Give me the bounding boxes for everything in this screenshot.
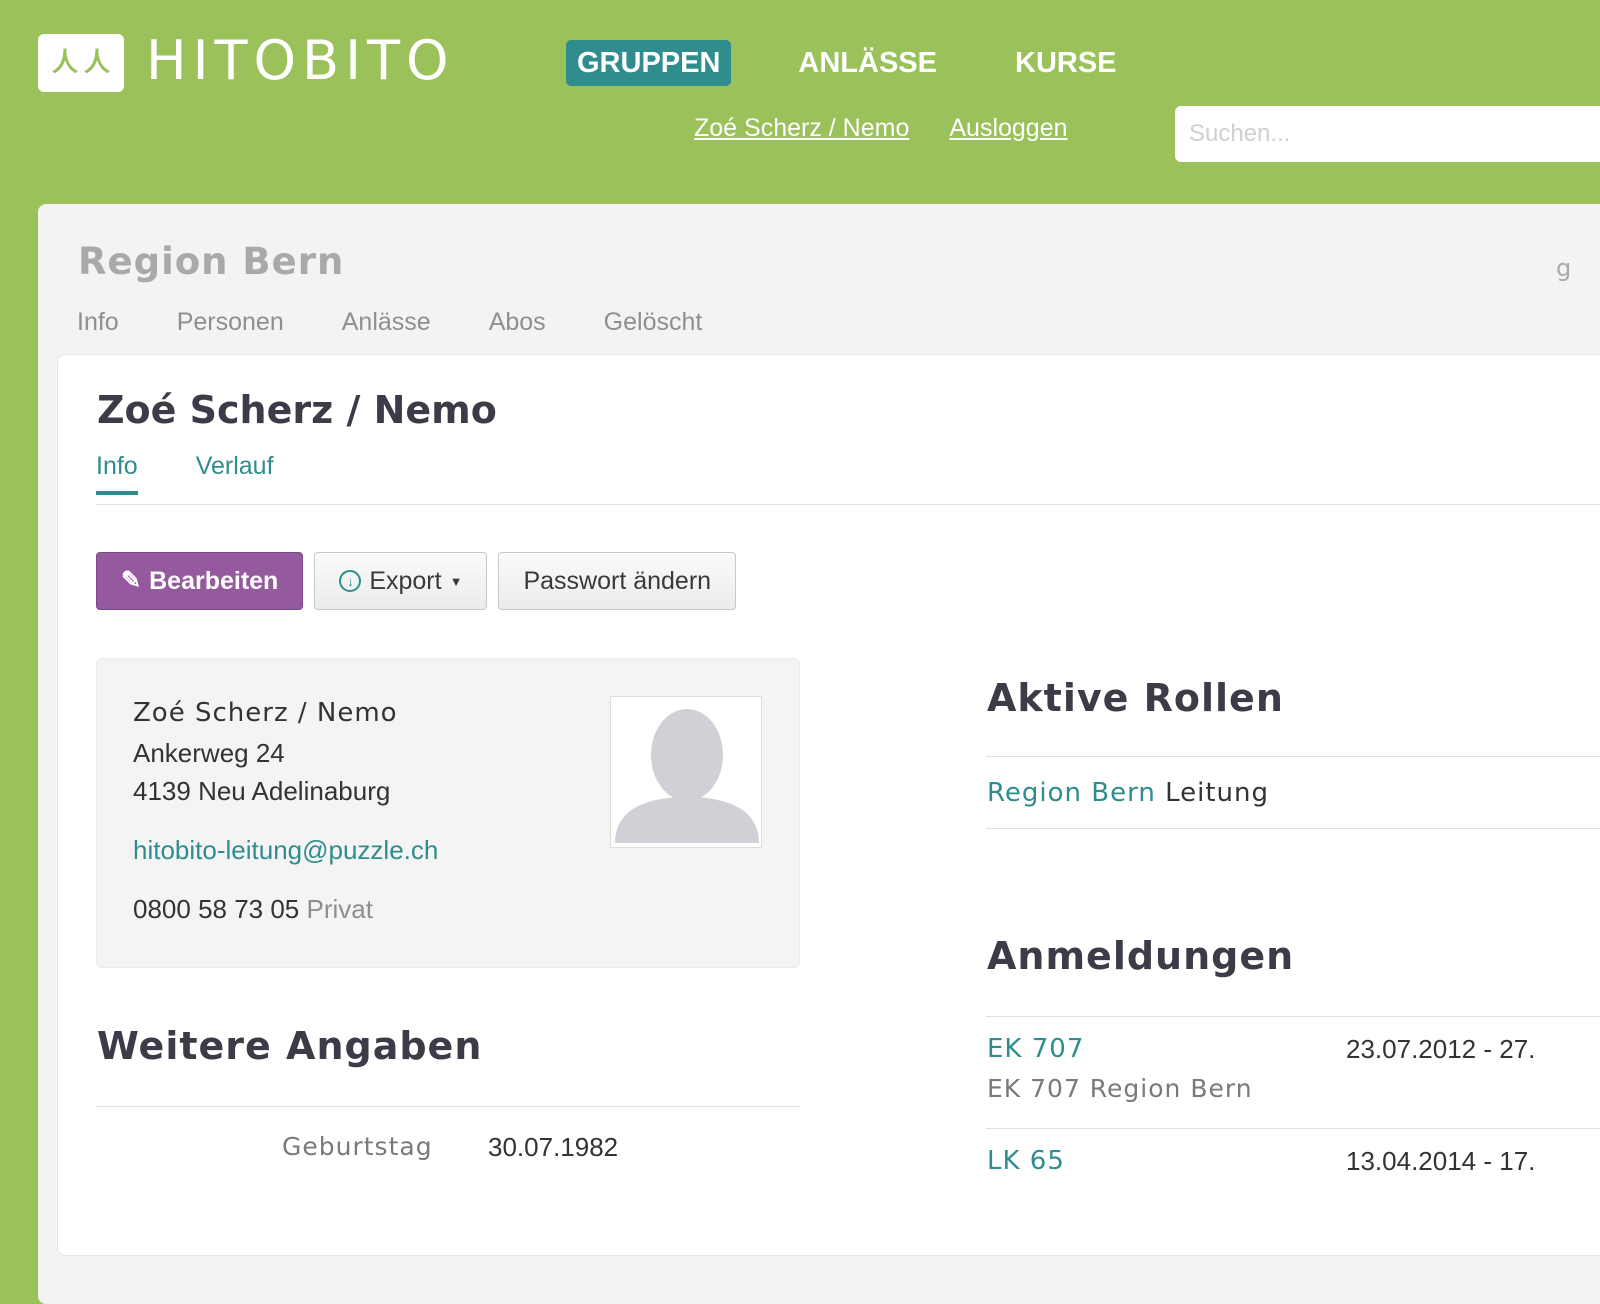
person-tabs: Info Verlauf [96,452,332,495]
export-button[interactable]: ↓ Export ▼ [314,552,488,610]
logout-link[interactable]: Ausloggen [949,114,1067,143]
person-icon: 人 [84,48,111,78]
main-nav: GRUPPEN ANLÄSSE KURSE [566,40,1184,86]
nav-gruppen[interactable]: GRUPPEN [566,40,732,86]
registration-date: 23.07.2012 - 27. [1346,1034,1536,1064]
phone-type: Privat [306,894,373,924]
role-group-link[interactable]: Region Bern [987,778,1156,808]
tab-group-geloescht[interactable]: Gelöscht [604,308,703,337]
section-heading-aktive-rollen: Aktive Rollen [987,676,1284,720]
registration-date: 13.04.2014 - 17. [1346,1146,1536,1176]
user-profile-link[interactable]: Zoé Scherz / Nemo [694,114,909,143]
person-icon: 人 [51,48,78,78]
section-heading-weitere-angaben: Weitere Angaben [97,1024,483,1068]
nav-kurse[interactable]: KURSE [1004,40,1128,86]
tabs-divider [96,504,1600,505]
tab-group-abos[interactable]: Abos [489,308,546,337]
tab-person-info[interactable]: Info [96,452,138,495]
role-name: Leitung [1165,778,1269,808]
edit-button[interactable]: ✎ Bearbeiten [96,552,304,610]
download-icon: ↓ [339,570,362,592]
avatar [610,696,762,848]
user-links: Zoé Scherz / Nemo Ausloggen [694,114,1108,143]
page-title: Zoé Scherz / Nemo [97,388,497,432]
group-header-fragment: g [1556,254,1572,282]
tab-person-verlauf[interactable]: Verlauf [196,452,274,495]
tab-group-anlaesse[interactable]: Anlässe [342,308,431,337]
tab-group-info[interactable]: Info [77,308,119,337]
logo-icon[interactable]: 人 人 [38,34,124,92]
contact-city: 4139 Neu Adelinaburg [133,776,391,806]
section-divider [986,828,1600,829]
change-password-label: Passwort ändern [523,566,712,595]
birthday-label: Geburtstag [282,1132,433,1161]
section-divider [986,1128,1600,1129]
group-title: Region Bern [78,240,345,283]
action-toolbar: ✎ Bearbeiten ↓ Export ▼ Passwort ändern [96,552,737,610]
group-tabs: Info Personen Anlässe Abos Gelöscht [77,308,760,337]
role-item: Region Bern Leitung [987,778,1269,808]
contact-name: Zoé Scherz / Nemo [133,698,398,728]
registration-link[interactable]: EK 707 [987,1034,1084,1064]
caret-down-icon: ▼ [449,573,463,589]
section-heading-anmeldungen: Anmeldungen [987,934,1295,978]
registration-link[interactable]: LK 65 [987,1146,1065,1176]
registration-subtitle: EK 707 Region Bern [987,1074,1253,1103]
edit-button-label: Bearbeiten [149,566,279,595]
logo-text[interactable]: HITOBITO [146,30,454,92]
edit-icon: ✎ [121,567,142,594]
section-divider [96,1106,800,1107]
nav-anlaesse[interactable]: ANLÄSSE [787,40,948,86]
contact-phone: 0800 58 73 05 Privat [133,894,373,925]
contact-email-link[interactable]: hitobito-leitung@puzzle.ch [133,835,438,866]
change-password-button[interactable]: Passwort ändern [498,552,737,610]
search-input[interactable] [1175,106,1600,162]
birthday-value: 30.07.1982 [488,1132,619,1162]
tab-group-personen[interactable]: Personen [177,308,284,337]
user-placeholder-icon [615,709,759,843]
section-divider [986,1016,1600,1017]
section-divider [986,756,1600,757]
export-button-label: Export [369,566,442,595]
phone-number: 0800 58 73 05 [133,894,300,924]
contact-street: Ankerweg 24 [133,738,285,768]
